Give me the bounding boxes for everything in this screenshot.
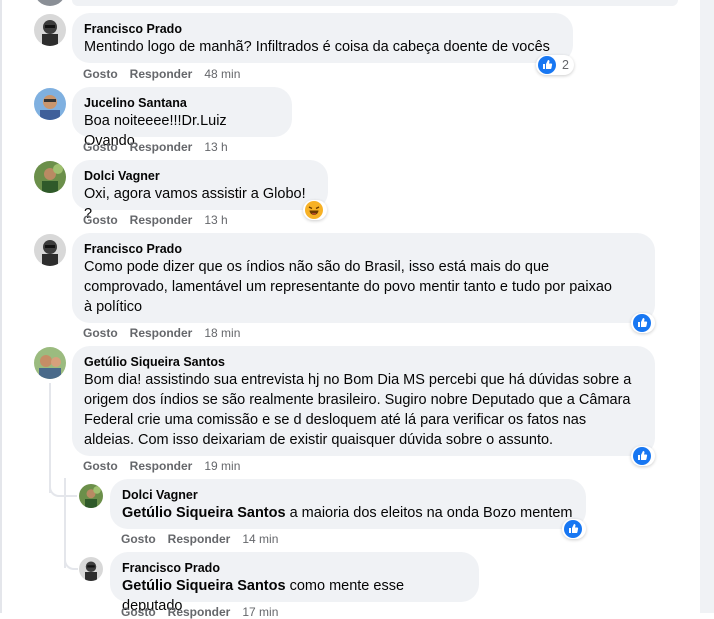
like-button[interactable]: Gosto bbox=[83, 67, 118, 81]
avatar-dolci-vagner[interactable] bbox=[34, 161, 66, 193]
comment-author[interactable]: Jucelino Santana bbox=[84, 95, 280, 111]
reaction-count[interactable] bbox=[303, 200, 327, 220]
reply-actions: Gosto Responder 14 min bbox=[121, 532, 278, 546]
comment-timestamp[interactable]: 13 h bbox=[204, 140, 227, 154]
reply-button[interactable]: Responder bbox=[130, 213, 193, 227]
comment-text-line: Bom dia! assistindo sua entrevista hj no… bbox=[84, 372, 632, 388]
thread-connector bbox=[64, 556, 78, 570]
page-background-edge bbox=[700, 0, 714, 613]
mention-link[interactable]: Getúlio Siqueira Santos bbox=[122, 505, 286, 521]
reply-text: Getúlio Siqueira Santos a maioria dos el… bbox=[122, 503, 574, 523]
comment-text-line: origem dos índios se são realmente brasi… bbox=[84, 392, 631, 408]
mention-link[interactable]: Getúlio Siqueira Santos bbox=[122, 578, 286, 594]
like-icon bbox=[633, 314, 651, 332]
comment-author[interactable]: Dolci Vagner bbox=[84, 168, 316, 184]
reply-actions: Gosto Responder 17 min bbox=[121, 605, 278, 619]
previous-comment-bubble bbox=[72, 0, 678, 6]
comment-bubble: Francisco Prado Mentindo logo de manhã? … bbox=[72, 13, 573, 63]
comment-actions: Gosto Responder 19 min bbox=[83, 459, 240, 473]
avatar-getulio-siqueira-santos[interactable] bbox=[34, 347, 66, 379]
comment-text: Mentindo logo de manhã? Infiltrados é co… bbox=[84, 39, 550, 55]
reply-button[interactable]: Responder bbox=[130, 459, 193, 473]
thread-line bbox=[64, 478, 66, 568]
avatar-francisco-prado[interactable] bbox=[79, 557, 103, 581]
like-icon bbox=[538, 56, 556, 74]
comment-author[interactable]: Francisco Prado bbox=[84, 241, 643, 257]
like-button[interactable]: Gosto bbox=[83, 140, 118, 154]
comment-timestamp[interactable]: 13 h bbox=[204, 213, 227, 227]
thread-connector bbox=[49, 483, 77, 497]
reply-button[interactable]: Responder bbox=[168, 532, 231, 546]
comment-text-line: Federal crie uma comissão e se d desloqu… bbox=[84, 412, 587, 428]
reply-timestamp[interactable]: 17 min bbox=[242, 605, 278, 619]
reaction-count[interactable] bbox=[631, 313, 655, 333]
comment-actions: Gosto Responder 13 h bbox=[83, 140, 228, 154]
reply-text-body: a maioria dos eleitos na onda Bozo mente… bbox=[285, 505, 573, 521]
comment-text-line: aldeias. Com isso deixariam de existir q… bbox=[84, 432, 554, 448]
reaction-number: 2 bbox=[562, 58, 569, 72]
reply-button[interactable]: Responder bbox=[130, 67, 193, 81]
like-icon bbox=[633, 447, 651, 465]
avatar-jucelino-santana[interactable] bbox=[34, 88, 66, 120]
comment-bubble: Dolci Vagner Oxi, agora vamos assistir a… bbox=[72, 160, 328, 222]
like-button[interactable]: Gosto bbox=[83, 213, 118, 227]
comment-bubble: Getúlio Siqueira Santos Bom dia! assisti… bbox=[72, 346, 655, 456]
reply-author[interactable]: Francisco Prado bbox=[122, 560, 467, 576]
comment-text-line: comprovado, lamentável um representante … bbox=[84, 279, 612, 295]
reply-bubble: Francisco Prado Getúlio Siqueira Santos … bbox=[110, 552, 479, 614]
like-button[interactable]: Gosto bbox=[121, 605, 156, 619]
avatar-dolci-vagner[interactable] bbox=[79, 484, 103, 508]
like-button[interactable]: Gosto bbox=[121, 532, 156, 546]
reaction-count[interactable] bbox=[631, 446, 655, 466]
like-button[interactable]: Gosto bbox=[83, 459, 118, 473]
reply-button[interactable]: Responder bbox=[130, 140, 193, 154]
comment-author[interactable]: Getúlio Siqueira Santos bbox=[84, 354, 643, 370]
comment-timestamp[interactable]: 18 min bbox=[204, 326, 240, 340]
thread-line bbox=[49, 383, 51, 493]
reply-bubble: Dolci Vagner Getúlio Siqueira Santos a m… bbox=[110, 479, 586, 529]
comment-bubble: Jucelino Santana Boa noiteeee!!!Dr.Luiz … bbox=[72, 87, 292, 149]
like-button[interactable]: Gosto bbox=[83, 326, 118, 340]
reply-author[interactable]: Dolci Vagner bbox=[122, 487, 574, 503]
reaction-count[interactable] bbox=[562, 519, 586, 539]
comment-actions: Gosto Responder 18 min bbox=[83, 326, 240, 340]
comment-author[interactable]: Francisco Prado bbox=[84, 21, 561, 37]
comment-text-line: Como pode dizer que os índios não são do… bbox=[84, 259, 550, 275]
comment-actions: Gosto Responder 13 h bbox=[83, 213, 228, 227]
comment-bubble: Francisco Prado Como pode dizer que os í… bbox=[72, 233, 655, 323]
reaction-count[interactable]: 2 bbox=[536, 55, 574, 75]
like-icon bbox=[564, 520, 582, 538]
haha-icon bbox=[305, 201, 323, 219]
comment-timestamp[interactable]: 48 min bbox=[204, 67, 240, 81]
comment-actions: Gosto Responder 48 min bbox=[83, 67, 240, 81]
reply-button[interactable]: Responder bbox=[130, 326, 193, 340]
reply-button[interactable]: Responder bbox=[168, 605, 231, 619]
reply-timestamp[interactable]: 14 min bbox=[242, 532, 278, 546]
comment-timestamp[interactable]: 19 min bbox=[204, 459, 240, 473]
feed-left-border bbox=[0, 0, 2, 613]
avatar[interactable] bbox=[34, 0, 66, 6]
avatar-francisco-prado[interactable] bbox=[34, 234, 66, 266]
avatar-francisco-prado[interactable] bbox=[34, 14, 66, 46]
comment-text-line: à político bbox=[84, 299, 143, 315]
